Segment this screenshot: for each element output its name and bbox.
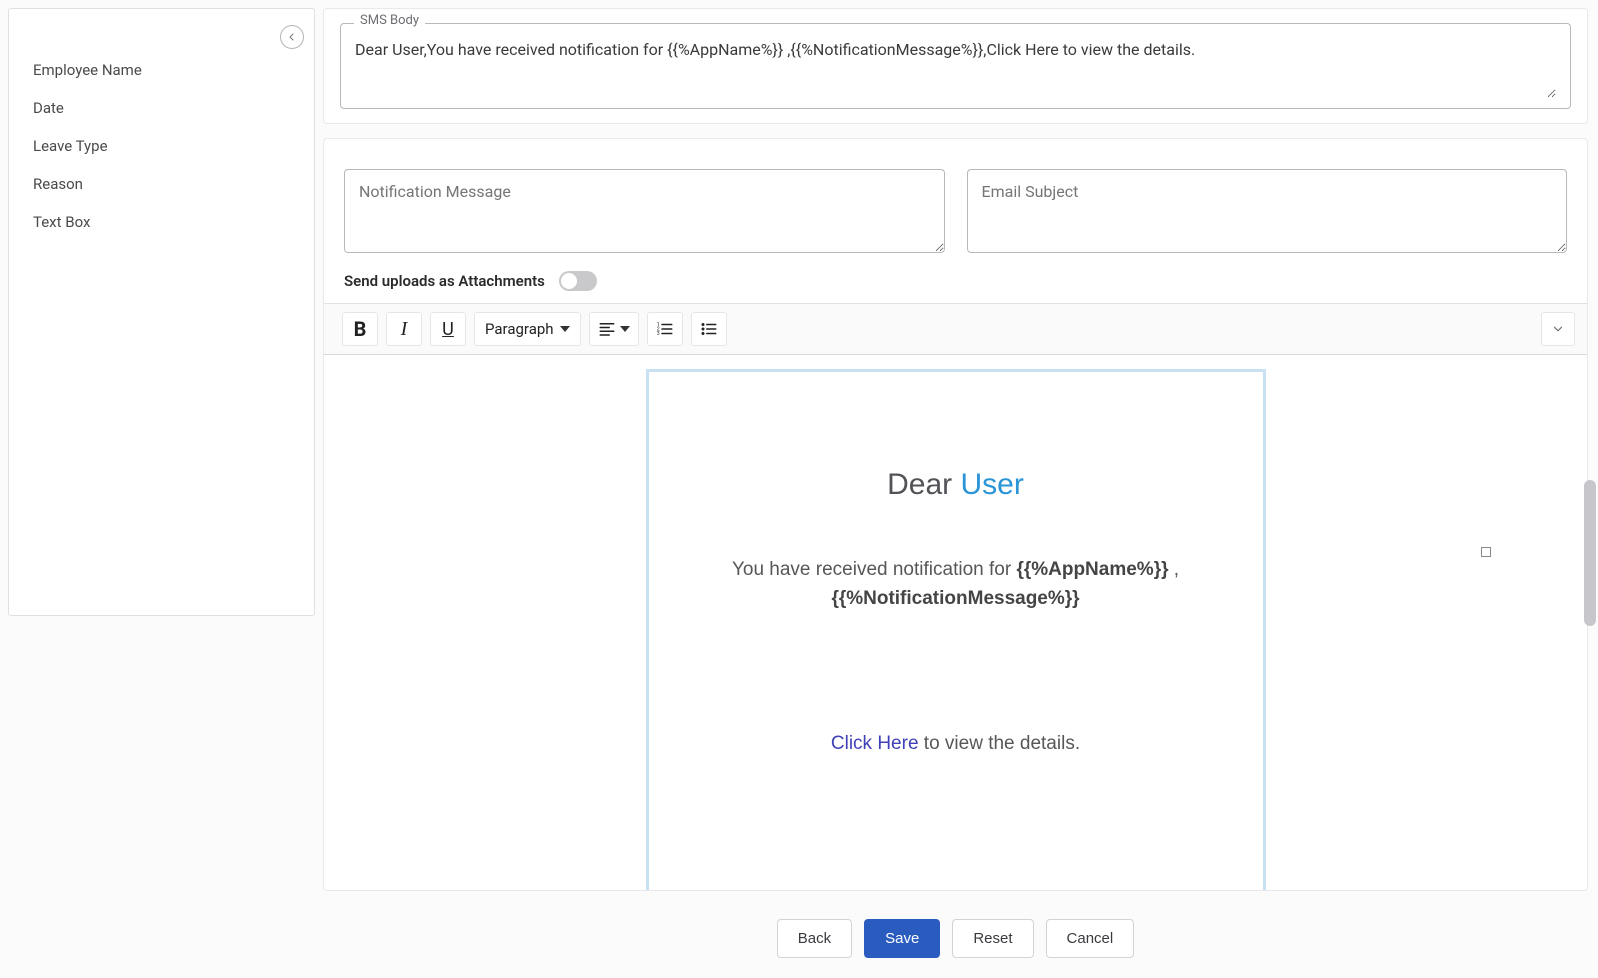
variable-sidebar: Employee Name Date Leave Type Reason Tex… xyxy=(8,8,315,616)
sidebar-var-date[interactable]: Date xyxy=(13,89,310,127)
sms-body-field-wrap xyxy=(340,23,1571,109)
underline-button[interactable]: U xyxy=(430,312,466,346)
chevron-down-icon xyxy=(1551,322,1565,336)
greeting-user: User xyxy=(961,468,1024,501)
click-suffix: to view the details. xyxy=(919,733,1081,754)
notification-panel: Send uploads as Attachments B I U Paragr… xyxy=(323,138,1588,891)
click-here-link[interactable]: Click Here xyxy=(831,733,919,754)
italic-button[interactable]: I xyxy=(386,312,422,346)
sidebar-var-reason[interactable]: Reason xyxy=(13,165,310,203)
back-button[interactable]: Back xyxy=(777,919,852,958)
paragraph-dropdown[interactable]: Paragraph xyxy=(474,312,581,346)
rte-toolbar: B I U Paragraph 123 xyxy=(324,303,1587,355)
paragraph-dropdown-label: Paragraph xyxy=(485,320,554,338)
notification-message-input[interactable] xyxy=(344,169,945,253)
unordered-list-icon xyxy=(700,320,718,338)
body-separator: , xyxy=(1168,559,1179,580)
toolbar-expand-button[interactable] xyxy=(1541,312,1575,346)
footer-actions: Back Save Reset Cancel xyxy=(323,905,1588,978)
greeting-prefix: Dear xyxy=(887,468,960,501)
email-template-page: Dear User You have received notification… xyxy=(646,369,1266,890)
body-line: You have received notification for {{%Ap… xyxy=(667,556,1245,613)
attachments-toggle-label: Send uploads as Attachments xyxy=(344,272,545,290)
page-scrollbar-thumb[interactable] xyxy=(1584,480,1596,626)
attachments-toggle[interactable] xyxy=(559,271,597,291)
chevron-down-icon xyxy=(620,326,630,332)
sidebar-var-employee-name[interactable]: Employee Name xyxy=(13,51,310,89)
email-editor-canvas[interactable]: Dear User You have received notification… xyxy=(324,355,1587,890)
arrow-left-icon xyxy=(286,31,298,43)
svg-text:3: 3 xyxy=(656,331,659,337)
chevron-down-icon xyxy=(560,326,570,332)
sms-body-input[interactable] xyxy=(355,40,1556,98)
ordered-list-button[interactable]: 123 xyxy=(647,312,683,346)
ordered-list-icon: 123 xyxy=(656,320,674,338)
save-button[interactable]: Save xyxy=(864,919,940,958)
reset-button[interactable]: Reset xyxy=(952,919,1033,958)
unordered-list-button[interactable] xyxy=(691,312,727,346)
body-prefix: You have received notification for xyxy=(732,559,1016,580)
cancel-button[interactable]: Cancel xyxy=(1046,919,1135,958)
align-dropdown[interactable] xyxy=(589,312,639,346)
click-line: Click Here to view the details. xyxy=(667,733,1245,755)
selection-handle[interactable] xyxy=(1481,547,1491,557)
greeting-line: Dear User xyxy=(667,468,1245,502)
appname-token: {{%AppName%}} xyxy=(1016,559,1168,580)
email-subject-input[interactable] xyxy=(967,169,1568,253)
collapse-sidebar-button[interactable] xyxy=(280,25,304,49)
sms-body-legend: SMS Body xyxy=(354,13,425,28)
bold-button[interactable]: B xyxy=(342,312,378,346)
sidebar-var-text-box[interactable]: Text Box xyxy=(13,203,310,241)
notificationmessage-token: {{%NotificationMessage%}} xyxy=(831,588,1079,609)
sms-panel: SMS Body xyxy=(323,8,1588,124)
sidebar-var-leave-type[interactable]: Leave Type xyxy=(13,127,310,165)
align-left-icon xyxy=(598,320,616,338)
